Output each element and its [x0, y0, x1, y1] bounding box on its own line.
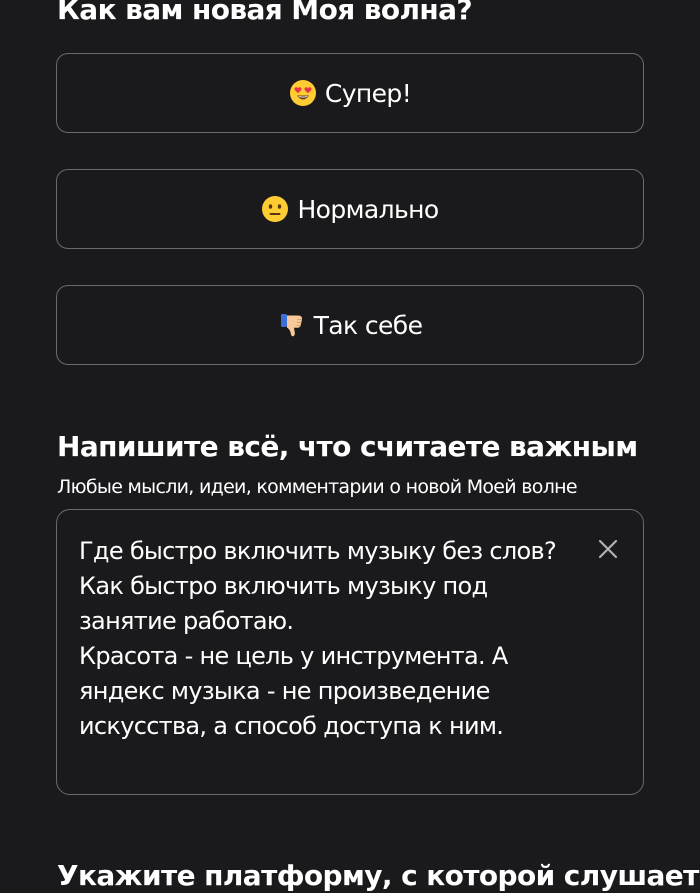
survey-page: Как вам новая Моя волна? Супер! Нормальн…	[0, 0, 700, 893]
thumbs-down-icon	[278, 311, 306, 339]
neutral-face-icon	[261, 195, 289, 223]
clear-text-button[interactable]	[595, 536, 621, 562]
smiling-face-heart-eyes-icon	[289, 79, 317, 107]
feedback-subtitle: Любые мысли, идеи, комментарии о новой М…	[57, 476, 578, 498]
option-super-button[interactable]: Супер!	[56, 53, 644, 133]
question-heading: Как вам новая Моя волна?	[57, 0, 473, 26]
feedback-textarea[interactable]: Где быстро включить музыку без слов? Как…	[56, 509, 644, 795]
option-normal-button[interactable]: Нормально	[56, 169, 644, 249]
option-normal-label: Нормально	[297, 194, 439, 224]
feedback-heading: Напишите всё, что считаете важным	[57, 430, 638, 463]
platform-heading: Укажите платформу, с которой слушаете	[57, 859, 700, 892]
option-so-so-button[interactable]: Так себе	[56, 285, 644, 365]
option-so-so-label: Так себе	[313, 310, 423, 340]
feedback-text[interactable]: Где быстро включить музыку без слов? Как…	[79, 534, 579, 744]
close-icon	[595, 536, 621, 562]
option-super-label: Супер!	[324, 78, 412, 108]
